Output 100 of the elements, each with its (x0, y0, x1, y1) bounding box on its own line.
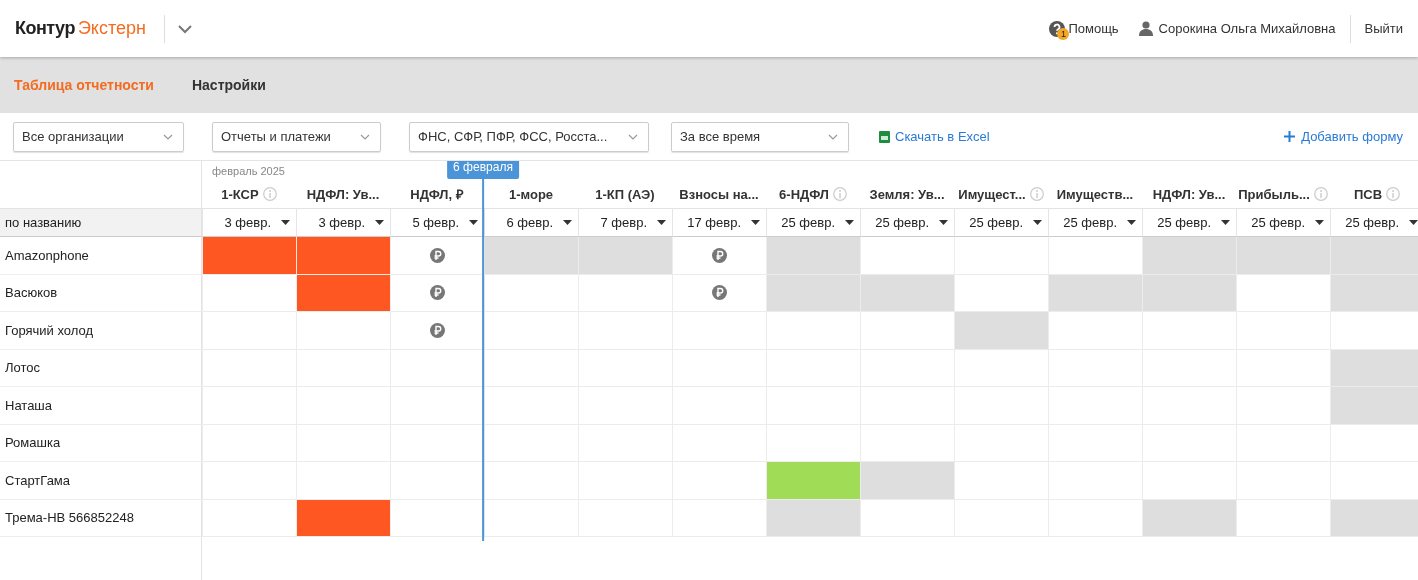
not-required-cell[interactable] (578, 237, 672, 275)
organization-name[interactable]: Наташа (0, 387, 202, 425)
table-cell[interactable] (766, 312, 860, 350)
info-icon[interactable] (832, 187, 847, 201)
table-cell[interactable] (954, 424, 1048, 462)
table-cell[interactable] (672, 424, 766, 462)
table-cell[interactable] (1048, 462, 1142, 500)
column-header[interactable]: 6-НДФЛ (779, 186, 829, 202)
filter-dropdown[interactable]: Все организации (13, 121, 184, 152)
column-header[interactable]: ПСВ (1353, 186, 1383, 202)
table-cell[interactable] (1236, 312, 1330, 350)
table-cell[interactable] (1330, 424, 1418, 462)
table-cell[interactable] (860, 499, 954, 537)
caret-down-icon (563, 220, 572, 225)
not-required-cell[interactable] (1236, 237, 1330, 275)
table-cell[interactable] (860, 349, 954, 387)
organization-name[interactable]: Ромашка (0, 424, 202, 462)
logo-product-text: Экстерн (77, 18, 146, 39)
overdue-cell[interactable] (202, 237, 296, 275)
table-cell[interactable] (1236, 462, 1330, 500)
organization-name[interactable]: Amazonphone (0, 237, 202, 275)
due-date-dropdown[interactable]: 25 февр. (954, 208, 1048, 237)
not-required-cell[interactable] (484, 237, 578, 275)
table-cell[interactable] (296, 462, 390, 500)
chevron-down-icon[interactable] (176, 23, 193, 34)
table-cell[interactable] (1048, 312, 1142, 350)
column-header[interactable]: 1-море (508, 186, 554, 202)
not-required-cell[interactable] (860, 462, 954, 500)
column-header[interactable]: НДФЛ: Ув... (1152, 186, 1226, 202)
table-cell[interactable] (202, 349, 296, 387)
column-header[interactable]: НДФЛ, ₽ (410, 185, 464, 203)
not-required-cell[interactable] (1142, 499, 1236, 537)
not-required-cell[interactable] (766, 274, 860, 312)
column-header[interactable]: 1-КСР (221, 186, 259, 202)
table-cell[interactable] (1236, 424, 1330, 462)
caret-down-icon (375, 220, 384, 225)
caret-down-icon (845, 220, 854, 225)
due-date-dropdown[interactable]: 25 февр. (860, 208, 954, 237)
table-cell[interactable] (1330, 462, 1418, 500)
not-required-cell[interactable] (766, 499, 860, 537)
not-required-cell[interactable] (1142, 274, 1236, 312)
table-cell[interactable] (1142, 462, 1236, 500)
table-cell[interactable] (202, 312, 296, 350)
column-header[interactable]: 1-КП (АЭ) (595, 186, 655, 202)
info-icon[interactable] (1313, 187, 1328, 201)
ruble-coin-icon (712, 285, 727, 301)
table-cell[interactable] (860, 237, 954, 275)
not-required-cell[interactable] (1330, 387, 1418, 425)
column-header[interactable]: Имуществ... (1056, 186, 1134, 202)
filter-dropdown[interactable]: ФНС, СФР, ПФР, ФСС, Росста... (409, 121, 649, 152)
not-required-cell[interactable] (1330, 237, 1418, 275)
not-required-cell[interactable] (860, 274, 954, 312)
caret-down-icon (1409, 220, 1418, 225)
organization-name[interactable]: Васюков (0, 274, 202, 312)
info-icon[interactable] (262, 187, 277, 201)
table-cell[interactable] (954, 462, 1048, 500)
chevron-down-icon (628, 133, 638, 140)
table-cell[interactable] (954, 349, 1048, 387)
table-cell[interactable] (202, 424, 296, 462)
due-date-dropdown[interactable]: 17 февр. (672, 208, 766, 237)
organization-name[interactable]: Трема-НВ 566852248 (0, 499, 202, 537)
table-cell[interactable] (1048, 349, 1142, 387)
table-cell[interactable] (672, 312, 766, 350)
not-required-cell[interactable] (1048, 274, 1142, 312)
column-header[interactable]: Имущест... (958, 186, 1026, 202)
caret-down-icon (657, 220, 666, 225)
table-cell[interactable] (202, 387, 296, 425)
filter-dropdown[interactable]: За все время (671, 121, 849, 152)
not-required-cell[interactable] (1330, 349, 1418, 387)
organization-name[interactable]: Лотос (0, 349, 202, 387)
table-cell[interactable] (1330, 312, 1418, 350)
info-icon[interactable] (1029, 187, 1044, 201)
column-header[interactable]: Взносы на... (679, 186, 759, 202)
filter-dropdown[interactable]: Отчеты и платежи (212, 121, 381, 152)
table-cell[interactable] (296, 312, 390, 350)
organization-name[interactable]: СтартГама (0, 462, 202, 500)
not-required-cell[interactable] (1330, 499, 1418, 537)
column-header[interactable]: Прибыль... (1238, 186, 1310, 202)
ruble-coin-icon (430, 247, 445, 263)
overdue-cell[interactable] (296, 274, 390, 312)
overdue-cell[interactable] (296, 237, 390, 275)
not-required-cell[interactable] (954, 312, 1048, 350)
column-header[interactable]: НДФЛ: Ув... (306, 186, 380, 202)
column-header[interactable]: Земля: Ув... (869, 186, 945, 202)
table-cell[interactable] (954, 237, 1048, 275)
table-cell[interactable] (578, 274, 672, 312)
organization-name[interactable]: Горячий холод (0, 312, 202, 350)
not-required-cell[interactable] (766, 237, 860, 275)
not-required-cell[interactable] (1330, 274, 1418, 312)
overdue-cell[interactable] (296, 499, 390, 537)
table-cell[interactable] (954, 499, 1048, 537)
table-cell[interactable] (202, 462, 296, 500)
info-icon[interactable] (1386, 187, 1401, 201)
due-date-dropdown[interactable]: 25 февр. (1048, 208, 1142, 237)
not-required-cell[interactable] (1142, 237, 1236, 275)
sort-label[interactable]: по названию (0, 208, 202, 237)
logout-link[interactable]: Выйти (1364, 21, 1403, 36)
nav-tab[interactable]: Настройки (191, 77, 266, 93)
table-cell[interactable] (1142, 312, 1236, 350)
sent-cell[interactable] (766, 462, 860, 500)
